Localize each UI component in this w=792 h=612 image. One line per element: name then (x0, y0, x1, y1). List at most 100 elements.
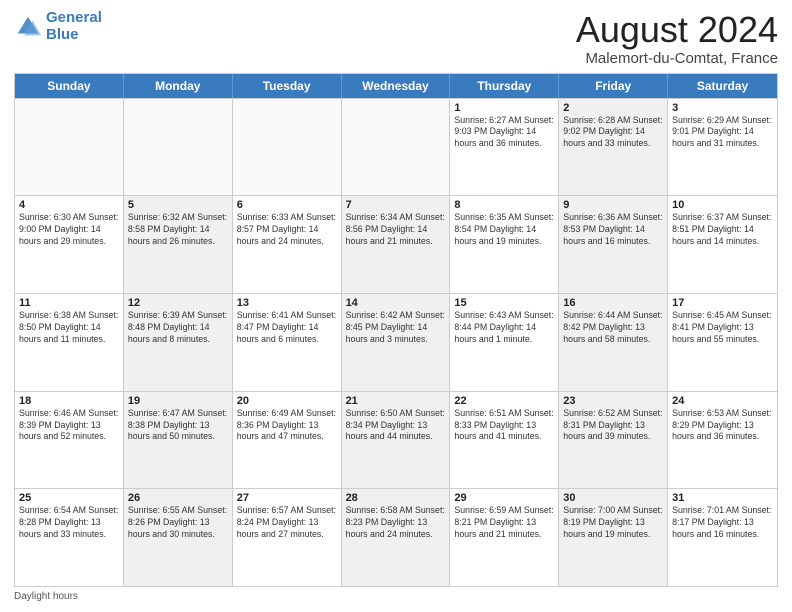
calendar-week-4: 18Sunrise: 6:46 AM Sunset: 8:39 PM Dayli… (15, 391, 777, 489)
header-day-monday: Monday (124, 74, 233, 98)
header-day-friday: Friday (559, 74, 668, 98)
calendar-week-1: 1Sunrise: 6:27 AM Sunset: 9:03 PM Daylig… (15, 98, 777, 196)
table-row: 19Sunrise: 6:47 AM Sunset: 8:38 PM Dayli… (124, 392, 233, 489)
day-info: Sunrise: 6:36 AM Sunset: 8:53 PM Dayligh… (563, 212, 663, 248)
header-day-saturday: Saturday (668, 74, 777, 98)
table-row: 3Sunrise: 6:29 AM Sunset: 9:01 PM Daylig… (668, 99, 777, 196)
calendar-week-5: 25Sunrise: 6:54 AM Sunset: 8:28 PM Dayli… (15, 488, 777, 586)
calendar-week-2: 4Sunrise: 6:30 AM Sunset: 9:00 PM Daylig… (15, 195, 777, 293)
day-info: Sunrise: 6:37 AM Sunset: 8:51 PM Dayligh… (672, 212, 773, 248)
table-row: 29Sunrise: 6:59 AM Sunset: 8:21 PM Dayli… (450, 489, 559, 586)
day-info: Sunrise: 6:32 AM Sunset: 8:58 PM Dayligh… (128, 212, 228, 248)
day-number: 28 (346, 492, 446, 504)
header-day-thursday: Thursday (450, 74, 559, 98)
table-row: 22Sunrise: 6:51 AM Sunset: 8:33 PM Dayli… (450, 392, 559, 489)
table-row: 13Sunrise: 6:41 AM Sunset: 8:47 PM Dayli… (233, 294, 342, 391)
day-number: 2 (563, 102, 663, 114)
logo-icon (14, 13, 42, 41)
table-row: 26Sunrise: 6:55 AM Sunset: 8:26 PM Dayli… (124, 489, 233, 586)
table-row: 21Sunrise: 6:50 AM Sunset: 8:34 PM Dayli… (342, 392, 451, 489)
day-number: 1 (454, 102, 554, 114)
logo-line2: Blue (46, 26, 79, 43)
header-day-sunday: Sunday (15, 74, 124, 98)
day-number: 24 (672, 395, 773, 407)
day-number: 18 (19, 395, 119, 407)
day-number: 5 (128, 199, 228, 211)
daylight-label: Daylight hours (14, 591, 78, 602)
day-number: 13 (237, 297, 337, 309)
day-number: 19 (128, 395, 228, 407)
table-row: 16Sunrise: 6:44 AM Sunset: 8:42 PM Dayli… (559, 294, 668, 391)
day-number: 11 (19, 297, 119, 309)
day-info: Sunrise: 6:57 AM Sunset: 8:24 PM Dayligh… (237, 505, 337, 541)
day-number: 29 (454, 492, 554, 504)
day-number: 22 (454, 395, 554, 407)
day-info: Sunrise: 6:43 AM Sunset: 8:44 PM Dayligh… (454, 310, 554, 346)
footer: Daylight hours (14, 591, 778, 602)
table-row: 24Sunrise: 6:53 AM Sunset: 8:29 PM Dayli… (668, 392, 777, 489)
day-number: 17 (672, 297, 773, 309)
header-day-tuesday: Tuesday (233, 74, 342, 98)
day-number: 6 (237, 199, 337, 211)
table-row: 7Sunrise: 6:34 AM Sunset: 8:56 PM Daylig… (342, 196, 451, 293)
day-info: Sunrise: 6:42 AM Sunset: 8:45 PM Dayligh… (346, 310, 446, 346)
day-info: Sunrise: 6:49 AM Sunset: 8:36 PM Dayligh… (237, 408, 337, 444)
day-number: 8 (454, 199, 554, 211)
table-row: 8Sunrise: 6:35 AM Sunset: 8:54 PM Daylig… (450, 196, 559, 293)
table-row: 10Sunrise: 6:37 AM Sunset: 8:51 PM Dayli… (668, 196, 777, 293)
table-row: 12Sunrise: 6:39 AM Sunset: 8:48 PM Dayli… (124, 294, 233, 391)
table-row: 5Sunrise: 6:32 AM Sunset: 8:58 PM Daylig… (124, 196, 233, 293)
table-row: 31Sunrise: 7:01 AM Sunset: 8:17 PM Dayli… (668, 489, 777, 586)
location: Malemort-du-Comtat, France (576, 50, 778, 67)
day-info: Sunrise: 6:47 AM Sunset: 8:38 PM Dayligh… (128, 408, 228, 444)
day-info: Sunrise: 6:54 AM Sunset: 8:28 PM Dayligh… (19, 505, 119, 541)
day-info: Sunrise: 6:35 AM Sunset: 8:54 PM Dayligh… (454, 212, 554, 248)
table-row: 2Sunrise: 6:28 AM Sunset: 9:02 PM Daylig… (559, 99, 668, 196)
table-row (342, 99, 451, 196)
day-info: Sunrise: 6:30 AM Sunset: 9:00 PM Dayligh… (19, 212, 119, 248)
table-row (124, 99, 233, 196)
day-info: Sunrise: 6:33 AM Sunset: 8:57 PM Dayligh… (237, 212, 337, 248)
day-info: Sunrise: 6:55 AM Sunset: 8:26 PM Dayligh… (128, 505, 228, 541)
day-number: 7 (346, 199, 446, 211)
day-info: Sunrise: 6:51 AM Sunset: 8:33 PM Dayligh… (454, 408, 554, 444)
header-day-wednesday: Wednesday (342, 74, 451, 98)
day-number: 3 (672, 102, 773, 114)
day-info: Sunrise: 6:50 AM Sunset: 8:34 PM Dayligh… (346, 408, 446, 444)
table-row: 28Sunrise: 6:58 AM Sunset: 8:23 PM Dayli… (342, 489, 451, 586)
day-info: Sunrise: 6:39 AM Sunset: 8:48 PM Dayligh… (128, 310, 228, 346)
day-number: 26 (128, 492, 228, 504)
day-number: 12 (128, 297, 228, 309)
day-number: 9 (563, 199, 663, 211)
logo: General Blue (14, 10, 102, 43)
table-row: 27Sunrise: 6:57 AM Sunset: 8:24 PM Dayli… (233, 489, 342, 586)
table-row: 4Sunrise: 6:30 AM Sunset: 9:00 PM Daylig… (15, 196, 124, 293)
day-number: 23 (563, 395, 663, 407)
logo-line1: General (46, 9, 102, 26)
title-block: August 2024 Malemort-du-Comtat, France (576, 10, 778, 67)
calendar-week-3: 11Sunrise: 6:38 AM Sunset: 8:50 PM Dayli… (15, 293, 777, 391)
day-info: Sunrise: 6:44 AM Sunset: 8:42 PM Dayligh… (563, 310, 663, 346)
day-info: Sunrise: 6:45 AM Sunset: 8:41 PM Dayligh… (672, 310, 773, 346)
table-row: 25Sunrise: 6:54 AM Sunset: 8:28 PM Dayli… (15, 489, 124, 586)
table-row: 20Sunrise: 6:49 AM Sunset: 8:36 PM Dayli… (233, 392, 342, 489)
day-number: 16 (563, 297, 663, 309)
day-info: Sunrise: 7:01 AM Sunset: 8:17 PM Dayligh… (672, 505, 773, 541)
table-row: 1Sunrise: 6:27 AM Sunset: 9:03 PM Daylig… (450, 99, 559, 196)
table-row: 6Sunrise: 6:33 AM Sunset: 8:57 PM Daylig… (233, 196, 342, 293)
month-title: August 2024 (576, 10, 778, 50)
logo-text: General Blue (46, 10, 102, 43)
day-number: 25 (19, 492, 119, 504)
day-info: Sunrise: 6:53 AM Sunset: 8:29 PM Dayligh… (672, 408, 773, 444)
day-info: Sunrise: 6:28 AM Sunset: 9:02 PM Dayligh… (563, 115, 663, 151)
table-row: 30Sunrise: 7:00 AM Sunset: 8:19 PM Dayli… (559, 489, 668, 586)
table-row: 11Sunrise: 6:38 AM Sunset: 8:50 PM Dayli… (15, 294, 124, 391)
day-number: 4 (19, 199, 119, 211)
calendar-body: 1Sunrise: 6:27 AM Sunset: 9:03 PM Daylig… (15, 98, 777, 586)
page-header: General Blue August 2024 Malemort-du-Com… (14, 10, 778, 67)
day-number: 31 (672, 492, 773, 504)
day-number: 10 (672, 199, 773, 211)
day-number: 15 (454, 297, 554, 309)
table-row: 17Sunrise: 6:45 AM Sunset: 8:41 PM Dayli… (668, 294, 777, 391)
table-row: 14Sunrise: 6:42 AM Sunset: 8:45 PM Dayli… (342, 294, 451, 391)
